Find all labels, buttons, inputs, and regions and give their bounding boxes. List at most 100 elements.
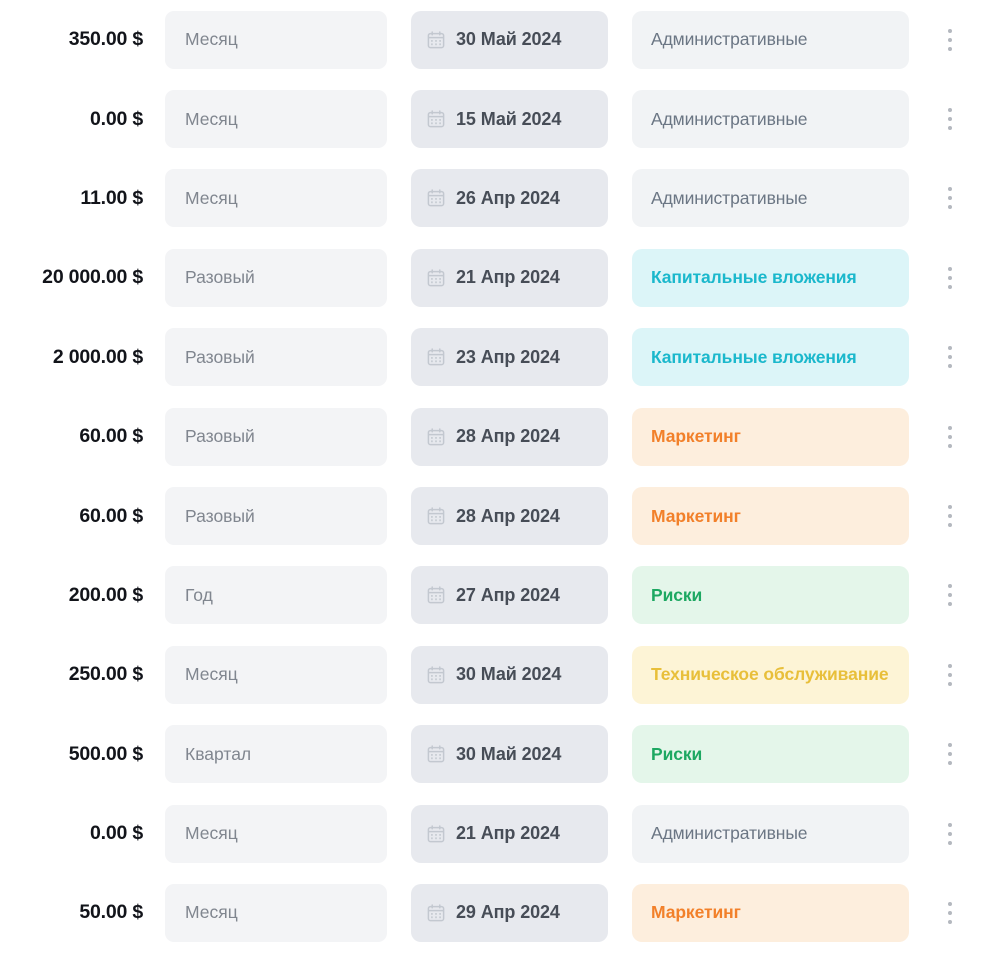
periodicity-label: Месяц [185, 187, 238, 208]
kebab-menu-icon[interactable] [941, 266, 959, 289]
table-row: 60.00 $ Разовый 28 Апр 2024 Маркетинг [0, 476, 1000, 555]
kebab-menu-icon[interactable] [941, 584, 959, 607]
periodicity-select[interactable]: Разовый [165, 248, 387, 307]
row-actions-cell [909, 566, 1000, 624]
category-label: Административные [651, 108, 808, 129]
date-field[interactable]: 23 Апр 2024 [411, 328, 608, 387]
periodicity-label: Разовый [185, 426, 255, 447]
kebab-menu-icon[interactable] [941, 822, 959, 845]
category-select[interactable]: Техническое обслуживание [632, 645, 909, 704]
date-field[interactable]: 27 Апр 2024 [411, 566, 608, 625]
category-select[interactable]: Маркетинг [632, 407, 909, 466]
kebab-menu-icon[interactable] [941, 425, 959, 448]
amount-value: 0.00 $ [89, 107, 143, 130]
amount-value: 50.00 $ [79, 901, 143, 924]
row-actions-cell [909, 646, 1000, 704]
row-actions-cell [909, 11, 1000, 69]
amount-value: 2 000.00 $ [52, 345, 143, 368]
date-field[interactable]: 21 Апр 2024 [411, 804, 608, 863]
calendar-icon [427, 507, 445, 525]
table-row: 0.00 $ Месяц 15 Май 2024 Административные [0, 79, 1000, 158]
kebab-menu-icon[interactable] [941, 187, 959, 210]
date-value: 29 Апр 2024 [456, 902, 560, 923]
periodicity-select[interactable]: Месяц [165, 169, 387, 228]
category-label: Маркетинг [651, 902, 741, 923]
calendar-icon [427, 348, 445, 366]
date-field[interactable]: 26 Апр 2024 [411, 169, 608, 228]
date-field[interactable]: 21 Апр 2024 [411, 248, 608, 307]
periodicity-select[interactable]: Месяц [165, 883, 387, 942]
periodicity-select[interactable]: Месяц [165, 804, 387, 863]
kebab-menu-icon[interactable] [941, 346, 959, 369]
date-field[interactable]: 28 Апр 2024 [411, 407, 608, 466]
table-row: 11.00 $ Месяц 26 Апр 2024 Административные [0, 159, 1000, 238]
table-row: 350.00 $ Месяц 30 Май 2024 Административные [0, 0, 1000, 79]
date-value: 23 Апр 2024 [456, 346, 560, 367]
row-actions-cell [909, 328, 1000, 386]
row-actions-cell [909, 487, 1000, 545]
expense-table: 350.00 $ Месяц 30 Май 2024 Административные… [0, 0, 1000, 958]
calendar-icon [427, 189, 445, 207]
row-actions-cell [909, 408, 1000, 466]
amount-value: 11.00 $ [80, 186, 143, 209]
periodicity-select[interactable]: Месяц [165, 645, 387, 704]
date-value: 27 Апр 2024 [456, 584, 560, 605]
date-value: 28 Апр 2024 [456, 426, 560, 447]
amount-value: 60.00 $ [79, 425, 143, 448]
periodicity-label: Месяц [185, 664, 238, 685]
periodicity-select[interactable]: Месяц [165, 10, 387, 69]
category-select[interactable]: Риски [632, 725, 909, 784]
kebab-menu-icon[interactable] [941, 28, 959, 51]
date-field[interactable]: 30 Май 2024 [411, 10, 608, 69]
table-row: 60.00 $ Разовый 28 Апр 2024 Маркетинг [0, 397, 1000, 476]
category-label: Маркетинг [651, 505, 741, 526]
category-select[interactable]: Административные [632, 90, 909, 149]
periodicity-select[interactable]: Месяц [165, 90, 387, 149]
date-field[interactable]: 15 Май 2024 [411, 90, 608, 149]
periodicity-label: Разовый [185, 267, 255, 288]
date-value: 26 Апр 2024 [456, 187, 560, 208]
amount-value: 500.00 $ [68, 742, 144, 765]
date-value: 28 Апр 2024 [456, 505, 560, 526]
category-select[interactable]: Маркетинг [632, 487, 909, 546]
category-select[interactable]: Маркетинг [632, 883, 909, 942]
category-select[interactable]: Административные [632, 10, 909, 69]
date-field[interactable]: 30 Май 2024 [411, 645, 608, 704]
periodicity-label: Месяц [185, 823, 238, 844]
periodicity-label: Год [185, 584, 213, 605]
periodicity-select[interactable]: Разовый [165, 487, 387, 546]
kebab-menu-icon[interactable] [941, 663, 959, 686]
periodicity-label: Месяц [185, 108, 238, 129]
category-label: Маркетинг [651, 426, 741, 447]
kebab-menu-icon[interactable] [941, 743, 959, 766]
table-row: 0.00 $ Месяц 21 Апр 2024 Административные [0, 794, 1000, 873]
category-label: Капитальные вложения [651, 267, 857, 288]
periodicity-select[interactable]: Разовый [165, 328, 387, 387]
kebab-menu-icon[interactable] [941, 505, 959, 528]
category-label: Риски [651, 584, 703, 605]
row-actions-cell [909, 884, 1000, 942]
periodicity-select[interactable]: Год [165, 566, 387, 625]
periodicity-select[interactable]: Разовый [165, 407, 387, 466]
date-field[interactable]: 29 Апр 2024 [411, 883, 608, 942]
calendar-icon [427, 904, 445, 922]
category-select[interactable]: Риски [632, 566, 909, 625]
calendar-icon [427, 586, 445, 604]
date-field[interactable]: 28 Апр 2024 [411, 487, 608, 546]
table-row: 50.00 $ Месяц 29 Апр 2024 Маркетинг [0, 873, 1000, 952]
date-value: 21 Апр 2024 [456, 823, 560, 844]
row-actions-cell [909, 725, 1000, 783]
category-label: Административные [651, 823, 808, 844]
amount-value: 0.00 $ [89, 822, 143, 845]
periodicity-label: Разовый [185, 505, 255, 526]
calendar-icon [427, 269, 445, 287]
periodicity-label: Месяц [185, 29, 238, 50]
category-select[interactable]: Капитальные вложения [632, 248, 909, 307]
category-select[interactable]: Административные [632, 804, 909, 863]
kebab-menu-icon[interactable] [941, 901, 959, 924]
periodicity-select[interactable]: Квартал [165, 725, 387, 784]
date-field[interactable]: 30 Май 2024 [411, 725, 608, 784]
kebab-menu-icon[interactable] [941, 108, 959, 131]
category-select[interactable]: Капитальные вложения [632, 328, 909, 387]
category-select[interactable]: Административные [632, 169, 909, 228]
